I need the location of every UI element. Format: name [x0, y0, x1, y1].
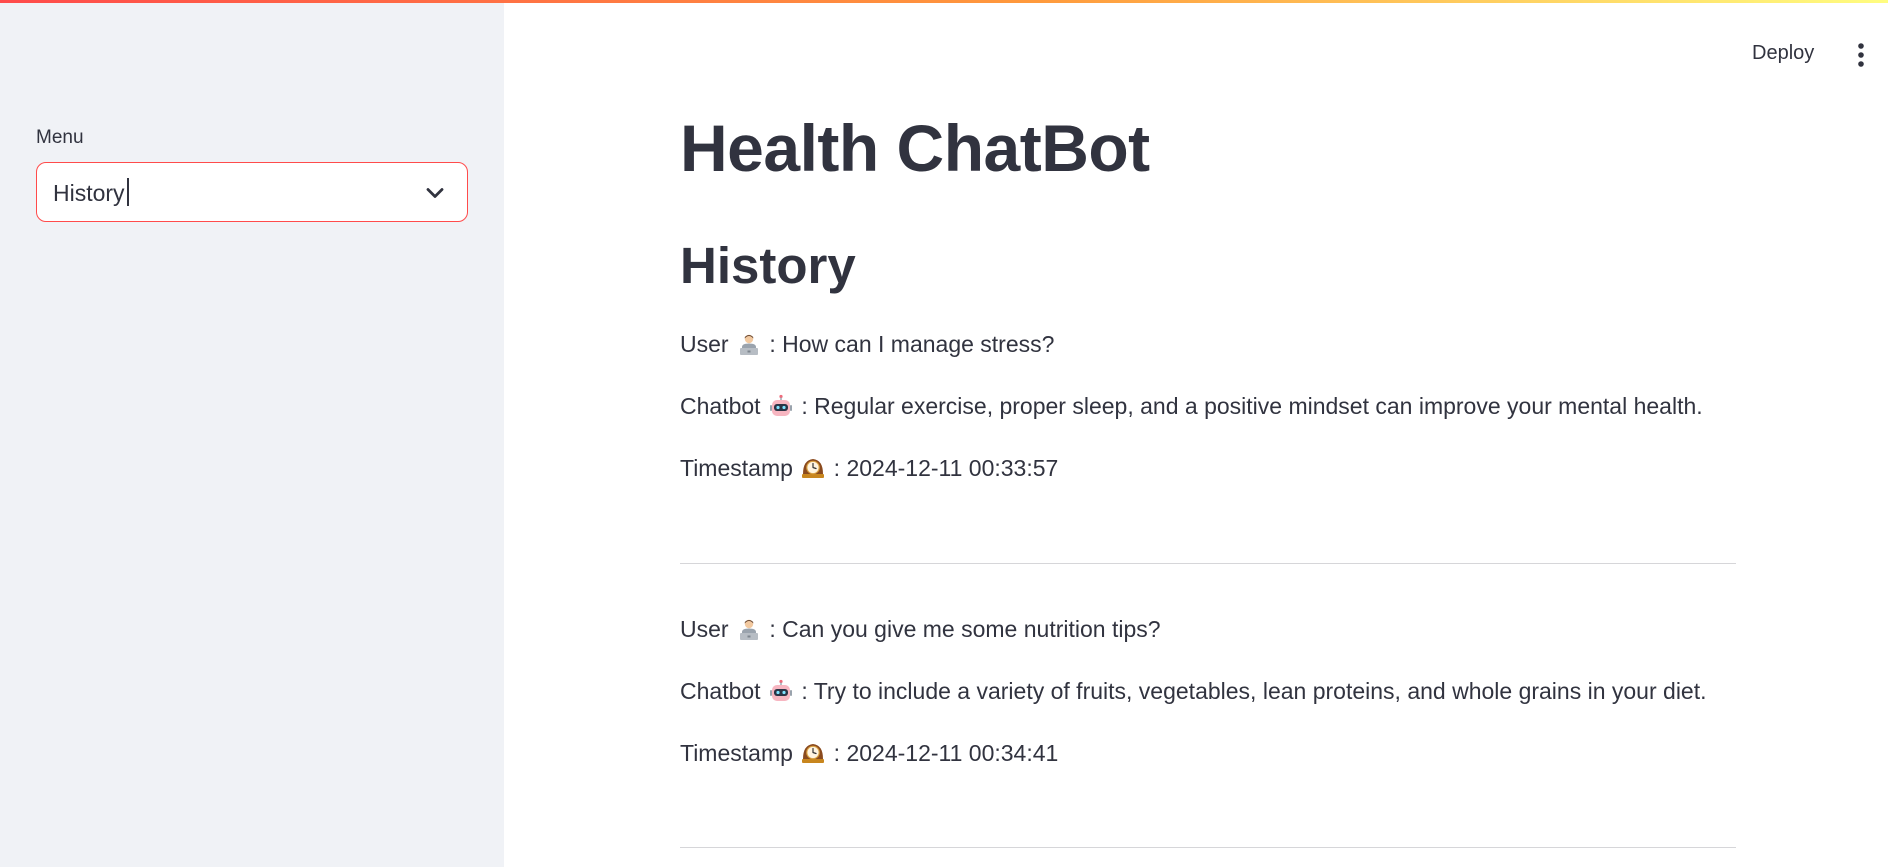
user-message-line: User : Can you give me some nutrition ti… [680, 616, 1161, 643]
section-title: History [680, 237, 856, 294]
bot-text: : Regular exercise, proper sleep, and a … [801, 393, 1703, 419]
entry-divider [680, 563, 1736, 564]
bot-text: : Try to include a variety of fruits, ve… [801, 678, 1707, 704]
timestamp-text: : 2024-12-11 00:33:57 [833, 455, 1059, 481]
menu-label: Menu [36, 127, 84, 148]
mantelpiece-clock-emoji-icon [802, 744, 825, 763]
menu-select-text: History [53, 180, 125, 206]
timestamp-text: : 2024-12-11 00:34:41 [833, 740, 1059, 766]
text-caret [126, 178, 129, 206]
menu-select[interactable]: History [36, 162, 468, 222]
bot-label: Chatbot [680, 678, 761, 704]
timestamp-label: Timestamp [680, 455, 793, 481]
bot-message-line: Chatbot : Try to include a variety of fr… [680, 678, 1707, 705]
timestamp-label: Timestamp [680, 740, 793, 766]
top-decoration-bar [0, 0, 1888, 3]
technologist-emoji-icon [739, 334, 758, 355]
user-label: User [680, 331, 729, 357]
deploy-button[interactable]: Deploy [1748, 40, 1818, 67]
timestamp-line: Timestamp : 2024-12-11 00:33:57 [680, 455, 1058, 482]
user-message-line: User : How can I manage stress? [680, 331, 1054, 358]
user-text: : How can I manage stress? [769, 331, 1055, 357]
chevron-down-icon[interactable] [421, 179, 449, 207]
sidebar: Menu History [0, 0, 504, 867]
technologist-emoji-icon [739, 619, 758, 640]
bot-message-line: Chatbot : Regular exercise, proper sleep… [680, 393, 1703, 420]
bot-label: Chatbot [680, 393, 761, 419]
robot-emoji-icon [769, 394, 792, 416]
menu-select-value: History [53, 178, 129, 207]
user-label: User [680, 616, 729, 642]
robot-emoji-icon [769, 679, 792, 701]
timestamp-line: Timestamp : 2024-12-11 00:34:41 [680, 740, 1058, 767]
page-title: Health ChatBot [680, 111, 1150, 185]
mantelpiece-clock-emoji-icon [802, 459, 825, 478]
entry-divider [680, 847, 1736, 848]
user-text: : Can you give me some nutrition tips? [769, 616, 1161, 642]
kebab-menu-icon[interactable] [1854, 40, 1868, 70]
